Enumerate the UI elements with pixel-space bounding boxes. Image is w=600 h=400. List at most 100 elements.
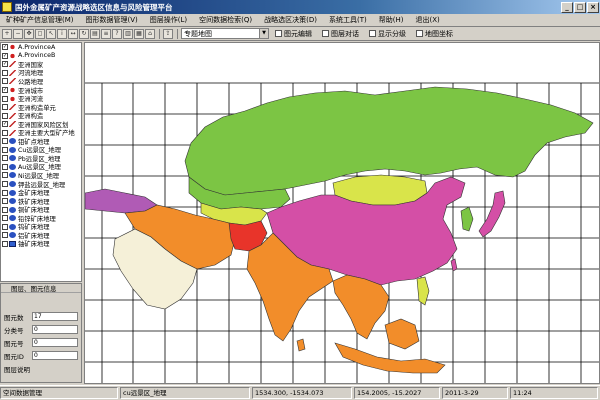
layer-item[interactable]: 钨矿床地理 xyxy=(1,222,81,231)
chevron-down-icon[interactable]: ▼ xyxy=(259,29,268,38)
layer-checkbox[interactable] xyxy=(2,232,8,239)
measure-icon[interactable]: ↔ xyxy=(68,28,78,39)
layer-checkbox[interactable] xyxy=(2,181,8,188)
region-korea[interactable] xyxy=(460,206,474,232)
layer-checkbox[interactable] xyxy=(2,104,8,111)
checkbox[interactable] xyxy=(322,30,329,37)
layer-item[interactable]: 铝矿床地理 xyxy=(1,231,81,240)
layer-checkbox[interactable] xyxy=(2,129,8,136)
maximize-button[interactable]: □ xyxy=(574,1,586,13)
line-layer-icon xyxy=(9,69,16,76)
layer-checkbox[interactable] xyxy=(2,198,8,205)
layer-item[interactable]: ✓ 亚洲国家风险区划 xyxy=(1,120,81,129)
layer-item[interactable]: 亚洲主要大型矿产地 xyxy=(1,128,81,137)
asia-map[interactable] xyxy=(85,43,600,384)
select-icon[interactable]: ↖ xyxy=(46,28,56,39)
pan-icon[interactable]: ✥ xyxy=(24,28,34,39)
layer-checkbox[interactable] xyxy=(2,95,8,102)
layer-checkbox[interactable]: ✓ xyxy=(2,61,8,68)
print-icon[interactable]: ▤ xyxy=(90,28,100,39)
region-borneo[interactable] xyxy=(384,318,420,350)
layer-item[interactable]: 铜矿床地理 xyxy=(1,205,81,214)
layer-item[interactable]: Ni远景区_地理 xyxy=(1,171,81,180)
zoom-in-icon[interactable]: + xyxy=(2,28,12,39)
layer-item[interactable]: ✓ A.ProvinceB xyxy=(1,52,81,61)
layer-item[interactable]: 钼矿点地理 xyxy=(1,137,81,146)
layer-checkbox[interactable] xyxy=(2,172,8,179)
prop-class-no-field[interactable]: 0 xyxy=(32,325,78,334)
check-map-coords[interactable]: 地图坐标 xyxy=(416,29,453,39)
layer-item[interactable]: ✓ A.ProvinceA xyxy=(1,43,81,52)
check-element-edit[interactable]: 图元编辑 xyxy=(275,29,312,39)
minimize-button[interactable]: _ xyxy=(561,1,573,13)
prop-element-no-field[interactable]: 0 xyxy=(32,338,78,347)
layer-item[interactable]: 亚洲河流 xyxy=(1,94,81,103)
menu-help[interactable]: 帮助(H) xyxy=(373,15,410,25)
layer-item[interactable]: 亚洲构造 xyxy=(1,111,81,120)
topic-map-select[interactable]: 专题地图 ▼ xyxy=(181,28,269,39)
region-philippines[interactable] xyxy=(416,276,430,306)
checkbox[interactable] xyxy=(275,30,282,37)
region-turkey[interactable] xyxy=(85,188,158,214)
layer-item[interactable]: 钾盐远景区_地理 xyxy=(1,180,81,189)
menu-exit[interactable]: 退出(X) xyxy=(409,15,445,25)
menu-spatial-query[interactable]: 空间数据检索(Q) xyxy=(193,15,258,25)
layer-item[interactable]: 公路地理 xyxy=(1,77,81,86)
zoom-out-icon[interactable]: − xyxy=(13,28,23,39)
refresh-icon[interactable]: ↻ xyxy=(79,28,89,39)
layer-item[interactable]: Au远景区_地理 xyxy=(1,163,81,171)
layer-checkbox[interactable] xyxy=(2,240,8,247)
layer-checkbox[interactable] xyxy=(2,138,8,145)
layers-icon[interactable]: ≡ xyxy=(101,28,111,39)
layer-item[interactable]: 亚洲构造单元 xyxy=(1,103,81,112)
stats-icon[interactable]: ▥ xyxy=(123,28,133,39)
layer-checkbox[interactable] xyxy=(2,223,8,230)
region-southeast-asia[interactable] xyxy=(332,274,390,340)
legend-icon[interactable]: ▦ xyxy=(134,28,144,39)
home-icon[interactable]: ⌂ xyxy=(145,28,155,39)
export-icon[interactable]: ⇪ xyxy=(163,28,173,39)
full-extent-icon[interactable]: ◻ xyxy=(35,28,45,39)
menu-graphic-data[interactable]: 图形数据管理(V) xyxy=(80,15,144,25)
layer-item[interactable]: Cu远景区_地理 xyxy=(1,146,81,154)
menu-layer-ops[interactable]: 图层操作(L) xyxy=(144,15,193,25)
region-indonesia[interactable] xyxy=(334,342,446,374)
layer-item[interactable]: 金矿床地理 xyxy=(1,188,81,197)
close-button[interactable]: × xyxy=(587,1,599,13)
layer-checkbox[interactable]: ✓ xyxy=(2,44,8,51)
check-layer-dialog[interactable]: 图层对话 xyxy=(322,29,359,39)
layer-checkbox[interactable] xyxy=(2,189,8,196)
layer-item[interactable]: 河流地理 xyxy=(1,69,81,77)
prop-element-id-field[interactable]: 0 xyxy=(32,351,78,360)
menu-system-tools[interactable]: 系统工具(T) xyxy=(323,15,373,25)
query-icon[interactable]: ? xyxy=(112,28,122,39)
layer-checkbox[interactable] xyxy=(2,155,8,162)
layer-item[interactable]: 铀矿床地理 xyxy=(1,240,81,248)
menu-mineral-info[interactable]: 矿种矿产信息管理(M) xyxy=(0,15,80,25)
layer-item[interactable]: Pb远景区_地理 xyxy=(1,154,81,163)
layer-checkbox[interactable] xyxy=(2,69,8,76)
layer-checkbox[interactable]: ✓ xyxy=(2,87,8,93)
map-canvas[interactable] xyxy=(84,42,600,384)
layer-item[interactable]: 铅锌矿床地理 xyxy=(1,214,81,223)
layer-checkbox[interactable] xyxy=(2,78,8,85)
layer-item[interactable]: ✓ 亚洲国家 xyxy=(1,60,81,69)
layer-checkbox[interactable] xyxy=(2,163,8,170)
region-japan[interactable] xyxy=(478,190,506,238)
layer-checkbox[interactable] xyxy=(2,215,8,222)
checkbox[interactable] xyxy=(416,30,423,37)
prop-element-count-field[interactable]: 17 xyxy=(32,312,78,321)
check-show-grading[interactable]: 显示分级 xyxy=(369,29,406,39)
layer-item[interactable]: 铁矿床地理 xyxy=(1,197,81,206)
layer-item[interactable]: ✓ 亚洲城市 xyxy=(1,86,81,95)
layer-checkbox[interactable]: ✓ xyxy=(2,121,8,128)
region-sri-lanka[interactable] xyxy=(296,338,306,352)
layer-checkbox[interactable]: ✓ xyxy=(2,52,8,59)
polygon-layer-icon xyxy=(9,198,16,205)
menu-strategic-decision[interactable]: 战略选区决策(D) xyxy=(258,15,323,25)
layer-checkbox[interactable] xyxy=(2,146,8,153)
checkbox[interactable] xyxy=(369,30,376,37)
layer-checkbox[interactable] xyxy=(2,112,8,119)
identify-icon[interactable]: i xyxy=(57,28,67,39)
layer-checkbox[interactable] xyxy=(2,206,8,213)
